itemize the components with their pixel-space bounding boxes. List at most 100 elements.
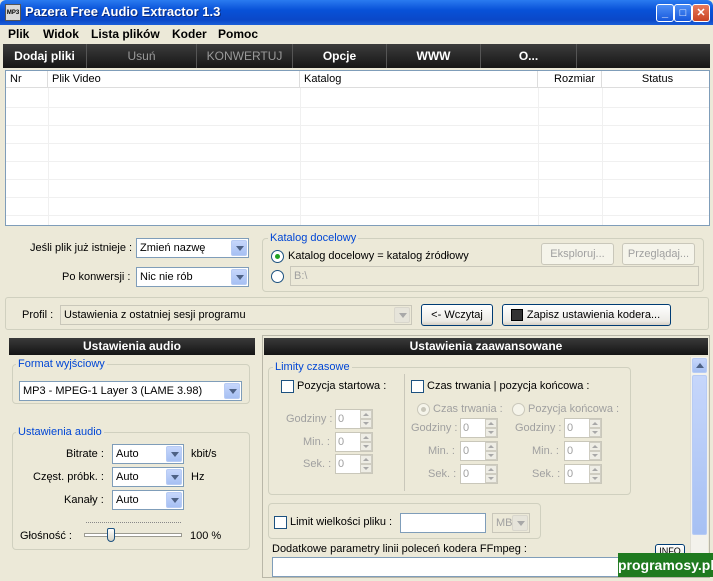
audio-settings-header: Ustawienia audio [9, 338, 255, 355]
file-exists-value: Zmień nazwę [140, 242, 206, 254]
spin-down-icon[interactable] [485, 451, 497, 460]
chevron-down-icon[interactable] [224, 383, 240, 399]
grid-line [6, 215, 709, 216]
same-dir-label[interactable]: Katalog docelowy = katalog źródłowy [288, 250, 469, 262]
sample-rate-select[interactable]: Auto [112, 467, 184, 487]
spin-up-icon[interactable] [485, 419, 497, 428]
dur-hours-spin[interactable]: 0 [460, 418, 498, 438]
spin-down-icon[interactable] [589, 474, 601, 483]
profile-select[interactable]: Ustawienia z ostatniej sesji programu [60, 305, 412, 325]
scroll-thumb[interactable] [692, 375, 707, 535]
www-button[interactable]: WWW [387, 44, 481, 68]
radio-end-position[interactable] [512, 403, 525, 416]
spin-up-icon[interactable] [360, 410, 372, 419]
about-button[interactable]: O... [481, 44, 577, 68]
minimize-button[interactable]: _ [656, 4, 674, 22]
radio-custom-dir[interactable] [271, 270, 284, 283]
chevron-down-icon[interactable] [394, 307, 410, 323]
after-convert-select[interactable]: Nic nie rób [136, 267, 249, 287]
menu-koder[interactable]: Koder [172, 27, 207, 41]
duration-checkbox[interactable] [411, 380, 424, 393]
radio-end-position-label[interactable]: Pozycja końcowa : [528, 403, 619, 415]
dur-min-spin[interactable]: 0 [460, 441, 498, 461]
spin-up-icon[interactable] [485, 442, 497, 451]
end-sec-label: Sek. : [532, 468, 561, 480]
output-path-input[interactable]: B:\ [290, 266, 699, 286]
end-sec-spin[interactable]: 0 [564, 464, 602, 484]
spin-down-icon[interactable] [485, 474, 497, 483]
size-limit-label[interactable]: Limit wielkości pliku : [290, 516, 392, 528]
radio-duration[interactable] [417, 403, 430, 416]
chevron-down-icon[interactable] [166, 446, 182, 462]
chevron-down-icon[interactable] [512, 515, 528, 531]
duration-label[interactable]: Czas trwania | pozycja końcowa : [427, 380, 589, 392]
menu-lista-plikow[interactable]: Lista plików [91, 27, 160, 41]
ffmpeg-params-label: Dodatkowe parametry linii poleceń kodera… [272, 543, 527, 555]
start-position-label[interactable]: Pozycja startowa : [297, 380, 386, 392]
load-profile-button[interactable]: <- Wczytaj [421, 304, 493, 326]
chevron-down-icon[interactable] [231, 269, 247, 285]
close-button[interactable]: ✕ [692, 4, 710, 22]
file-list[interactable]: Nr Plik Video Katalog Rozmiar Status [5, 70, 710, 226]
start-position-checkbox[interactable] [281, 380, 294, 393]
bitrate-select[interactable]: Auto [112, 444, 184, 464]
volume-value: 100 % [190, 530, 222, 542]
save-encoder-settings-button[interactable]: Zapisz ustawienia kodera... [502, 304, 671, 326]
chevron-down-icon[interactable] [231, 240, 247, 256]
start-sec-spin[interactable]: 0 [335, 454, 373, 474]
chevron-down-icon[interactable] [166, 492, 182, 508]
menu-pomoc[interactable]: Pomoc [218, 27, 258, 41]
size-limit-checkbox[interactable] [274, 516, 287, 529]
size-limit-input[interactable] [400, 513, 486, 533]
column-nr[interactable]: Nr [6, 71, 48, 88]
column-rozmiar[interactable]: Rozmiar [538, 71, 602, 88]
browse-button[interactable]: Przeglądaj... [622, 243, 695, 265]
spin-down-icon[interactable] [589, 428, 601, 437]
column-katalog[interactable]: Katalog [300, 71, 538, 88]
end-sec-value: 0 [567, 468, 574, 480]
spin-up-icon[interactable] [589, 465, 601, 474]
spin-down-icon[interactable] [589, 451, 601, 460]
bitrate-unit: kbit/s [191, 448, 217, 460]
spin-down-icon[interactable] [360, 464, 372, 473]
scroll-up-button[interactable] [692, 358, 707, 373]
start-min-label: Min. : [303, 436, 330, 448]
spin-up-icon[interactable] [485, 465, 497, 474]
bitrate-label: Bitrate : [66, 448, 104, 460]
floppy-disk-icon [511, 309, 523, 321]
spin-down-icon[interactable] [360, 419, 372, 428]
column-plik-video[interactable]: Plik Video [48, 71, 300, 88]
remove-button[interactable]: Usuń [87, 44, 197, 68]
chevron-down-icon[interactable] [166, 469, 182, 485]
start-hours-spin[interactable]: 0 [335, 409, 373, 429]
add-files-button[interactable]: Dodaj pliki [3, 44, 87, 68]
dur-sec-spin[interactable]: 0 [460, 464, 498, 484]
spin-up-icon[interactable] [360, 455, 372, 464]
start-sec-value: 0 [338, 458, 345, 470]
advanced-scrollbar[interactable] [690, 357, 708, 577]
menu-widok[interactable]: Widok [43, 27, 79, 41]
menu-plik[interactable]: Plik [8, 27, 29, 41]
volume-slider-thumb[interactable] [107, 528, 115, 542]
file-exists-select[interactable]: Zmień nazwę [136, 238, 249, 258]
spin-up-icon[interactable] [589, 442, 601, 451]
format-select[interactable]: MP3 - MPEG-1 Layer 3 (LAME 3.98) [19, 381, 242, 401]
start-min-spin[interactable]: 0 [335, 432, 373, 452]
format-value: MP3 - MPEG-1 Layer 3 (LAME 3.98) [23, 385, 203, 397]
convert-button[interactable]: KONWERTUJ [197, 44, 293, 68]
end-hours-spin[interactable]: 0 [564, 418, 602, 438]
column-status[interactable]: Status [602, 71, 709, 88]
maximize-button[interactable]: □ [674, 4, 692, 22]
radio-duration-label[interactable]: Czas trwania : [433, 403, 503, 415]
sample-rate-value: Auto [116, 471, 139, 483]
channels-select[interactable]: Auto [112, 490, 184, 510]
radio-same-dir[interactable] [271, 250, 284, 263]
end-min-spin[interactable]: 0 [564, 441, 602, 461]
spin-up-icon[interactable] [360, 433, 372, 442]
spin-up-icon[interactable] [589, 419, 601, 428]
spin-down-icon[interactable] [360, 442, 372, 451]
options-button[interactable]: Opcje [293, 44, 387, 68]
spin-down-icon[interactable] [485, 428, 497, 437]
explore-button[interactable]: Eksploruj... [541, 243, 614, 265]
size-unit-select[interactable]: MB [492, 513, 530, 533]
